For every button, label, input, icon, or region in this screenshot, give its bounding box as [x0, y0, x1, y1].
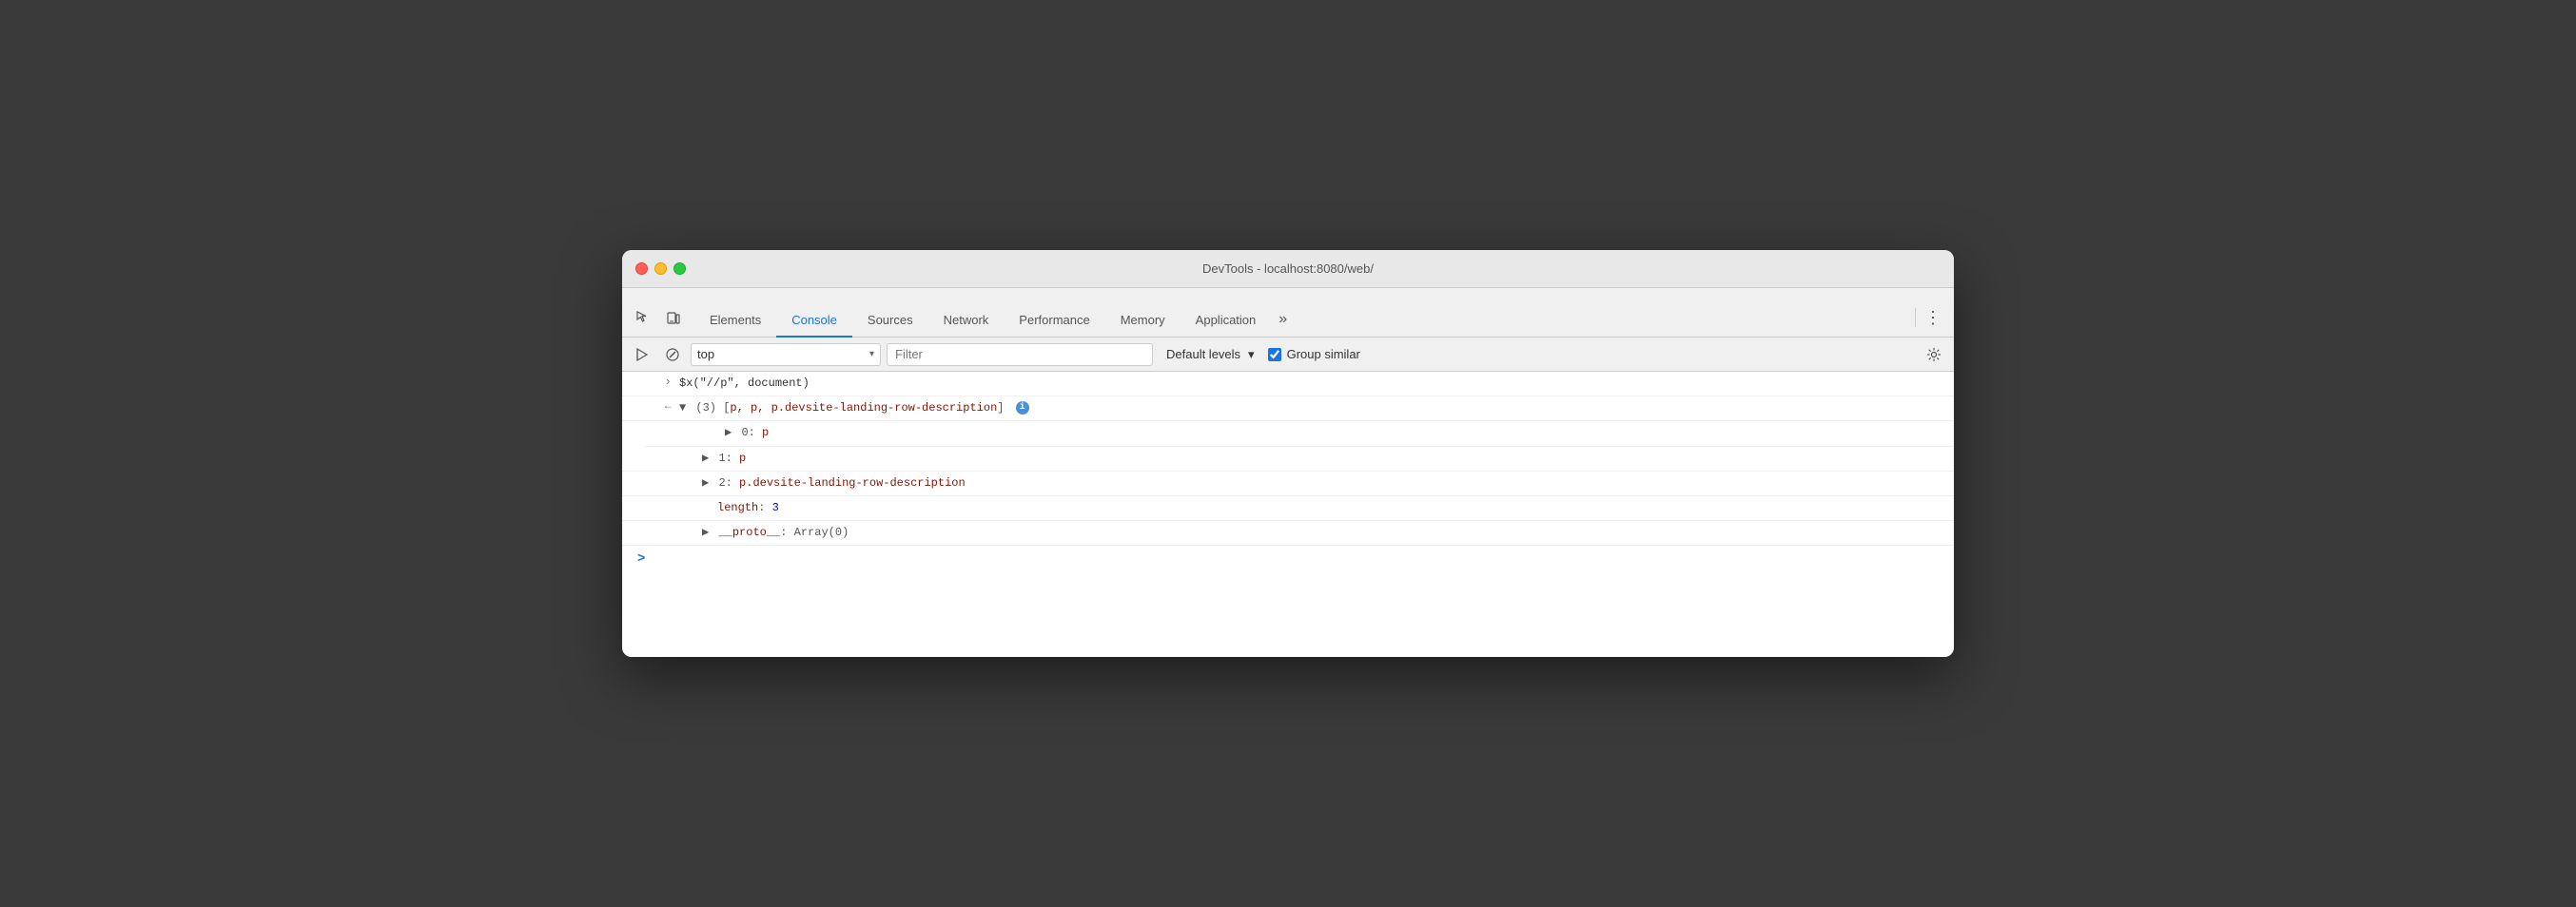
proto-key: __proto__	[718, 526, 780, 539]
console-cursor-row[interactable]: >	[622, 546, 1954, 572]
tab-elements[interactable]: Elements	[694, 303, 776, 338]
device-toggle-button[interactable]	[660, 304, 687, 331]
console-item-0-row: ▶ 0: p	[645, 421, 1954, 446]
info-icon[interactable]: i	[1016, 401, 1029, 415]
traffic-lights	[635, 262, 686, 275]
proto-text: ▶ __proto__: Array(0)	[702, 524, 1946, 542]
item2-text: ▶ 2: p.devsite-landing-row-description	[702, 474, 1946, 492]
console-toolbar: top ▾ Default levels ▾ Group similar	[622, 338, 1954, 372]
item2-value: p.devsite-landing-row-description	[739, 476, 966, 490]
console-content: › $x("//p", document) ← ▼ (3) [p, p, p.d…	[622, 372, 1954, 657]
console-length-row: length: 3	[622, 496, 1954, 521]
log-levels-button[interactable]: Default levels ▾	[1159, 343, 1262, 366]
console-input-row: › $x("//p", document)	[622, 372, 1954, 396]
length-key: length	[717, 501, 758, 514]
devtools-menu-button[interactable]: ⋮	[1920, 304, 1946, 331]
console-prompt-gutter: ›	[622, 375, 679, 389]
item1-expand-icon[interactable]: ▶	[702, 452, 709, 465]
window-title: DevTools - localhost:8080/web/	[1202, 261, 1374, 276]
console-item-1-row: ▶ 1: p	[622, 447, 1954, 472]
maximize-button[interactable]	[673, 262, 686, 275]
toolbar-right: ⋮	[1911, 304, 1946, 337]
item0-expand-icon[interactable]: ▶	[725, 426, 732, 439]
console-input-text: $x("//p", document)	[679, 375, 1946, 393]
expand-triangle-icon[interactable]: ▼	[679, 401, 686, 415]
console-result-row: ← ▼ (3) [p, p, p.devsite-landing-row-des…	[622, 396, 1954, 421]
tabs: Elements Console Sources Network Perform…	[694, 288, 1295, 337]
clear-console-button[interactable]	[660, 342, 685, 367]
length-text: length: 3	[717, 499, 1946, 517]
close-button[interactable]	[635, 262, 648, 275]
tab-memory[interactable]: Memory	[1105, 303, 1181, 338]
input-code: $x("//p", document)	[679, 376, 810, 390]
group-similar-checkbox[interactable]	[1268, 348, 1281, 361]
cursor-symbol: >	[622, 551, 645, 567]
titlebar: DevTools - localhost:8080/web/	[622, 250, 1954, 288]
inspect-element-button[interactable]	[630, 304, 656, 331]
item2-label: 2:	[718, 476, 739, 490]
result-paren-close: ]	[997, 401, 1004, 415]
tab-application[interactable]: Application	[1181, 303, 1272, 338]
item0-text: ▶ 0: p	[725, 424, 1946, 442]
context-select-value: top	[697, 347, 866, 361]
console-result-text: ▼ (3) [p, p, p.devsite-landing-row-descr…	[679, 399, 1946, 417]
proto-colon: :	[780, 526, 793, 539]
context-select[interactable]: top ▾	[691, 343, 881, 366]
item1-value: p	[739, 452, 746, 465]
console-settings-button[interactable]	[1922, 342, 1946, 367]
length-value: 3	[772, 501, 779, 514]
item0-label: 0:	[741, 426, 762, 439]
tab-sources[interactable]: Sources	[852, 303, 928, 338]
back-arrow-icon: ←	[665, 399, 672, 413]
item0-value: p	[762, 426, 769, 439]
toolbar-divider	[1915, 308, 1916, 327]
console-item-2-row: ▶ 2: p.devsite-landing-row-description	[622, 472, 1954, 496]
devtools-window: DevTools - localhost:8080/web/ Elements	[622, 250, 1954, 657]
tab-console[interactable]: Console	[776, 303, 852, 338]
tab-network[interactable]: Network	[928, 303, 1005, 338]
item1-text: ▶ 1: p	[702, 450, 1946, 468]
minimize-button[interactable]	[654, 262, 667, 275]
proto-expand-icon[interactable]: ▶	[702, 526, 709, 539]
context-select-arrow: ▾	[869, 349, 874, 359]
group-similar-label: Group similar	[1287, 347, 1360, 361]
tab-performance[interactable]: Performance	[1004, 303, 1104, 338]
proto-value: Array(0)	[794, 526, 849, 539]
result-gutter: ←	[622, 399, 679, 413]
toolbar-icons	[630, 304, 687, 337]
filter-input[interactable]	[887, 343, 1153, 366]
result-paren-open: (3) [	[695, 401, 730, 415]
result-items: p, p, p.devsite-landing-row-description	[730, 401, 997, 415]
main-toolbar: Elements Console Sources Network Perform…	[622, 288, 1954, 338]
item1-label: 1:	[718, 452, 739, 465]
length-colon: :	[758, 501, 771, 514]
prompt-symbol: ›	[664, 375, 672, 389]
console-proto-row: ▶ __proto__: Array(0)	[622, 521, 1954, 546]
run-script-button[interactable]	[630, 342, 654, 367]
item2-expand-icon[interactable]: ▶	[702, 476, 709, 490]
more-tabs-button[interactable]: »	[1271, 302, 1295, 337]
